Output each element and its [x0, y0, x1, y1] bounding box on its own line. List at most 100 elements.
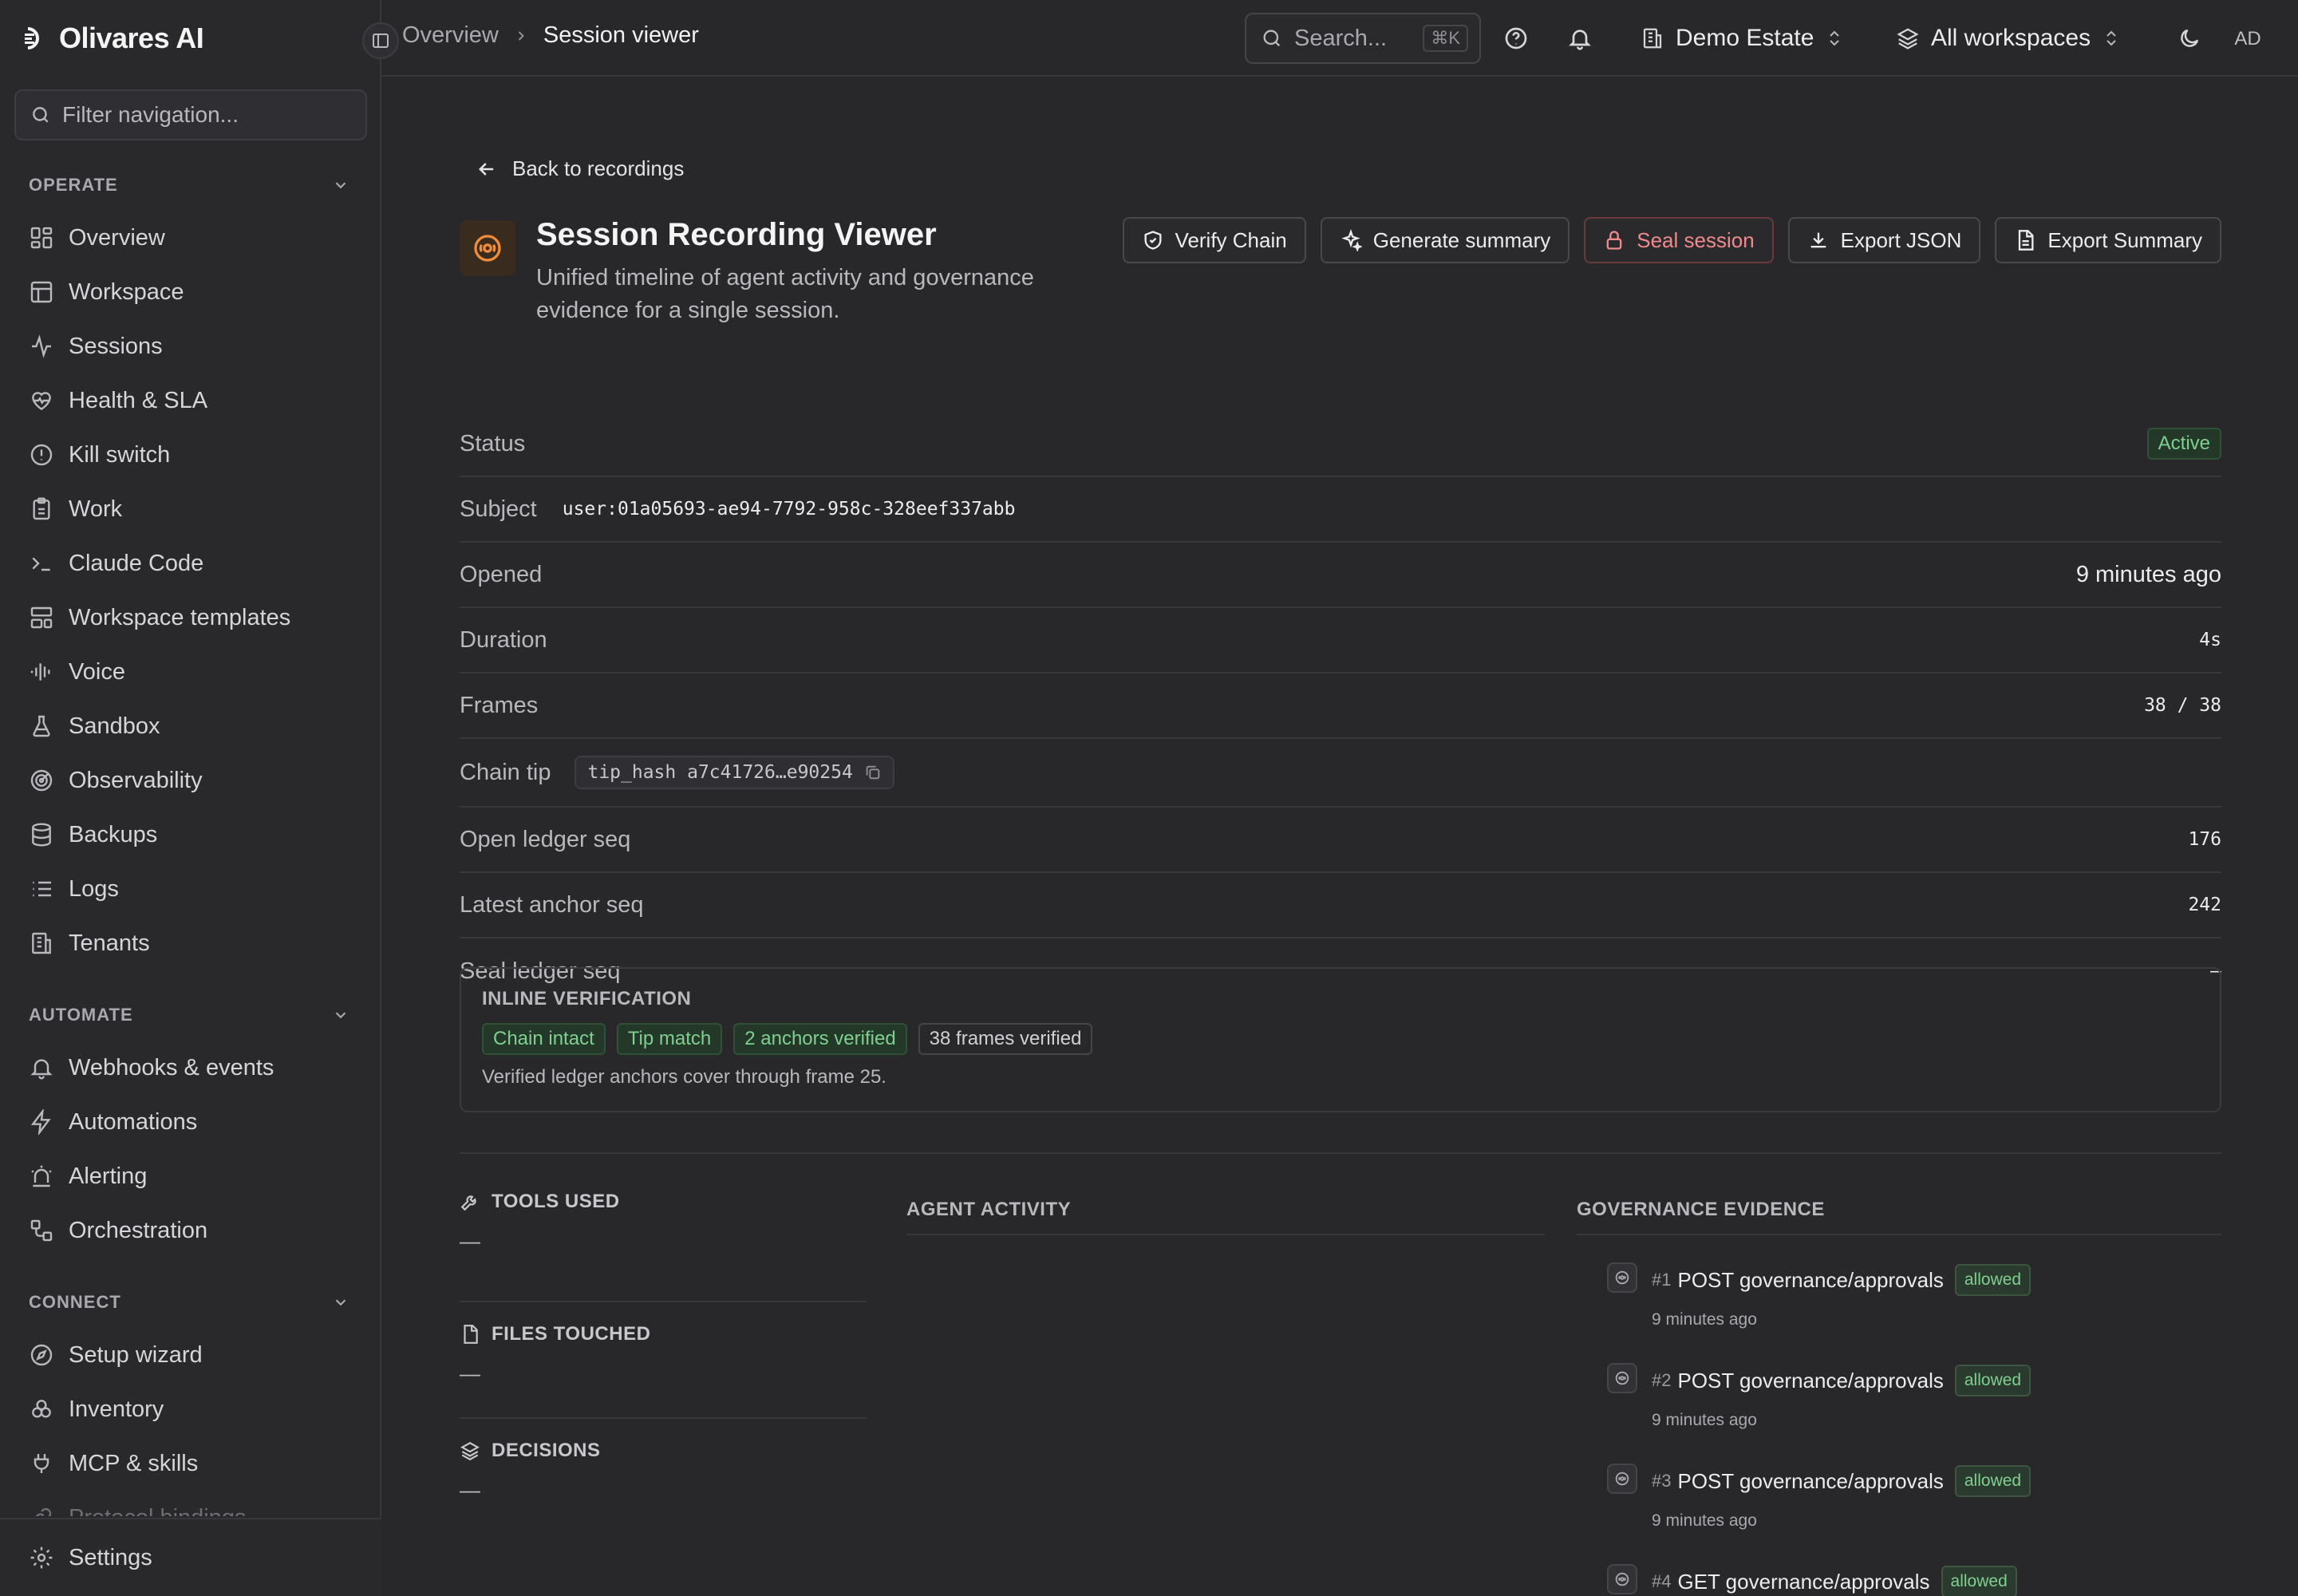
- list-item[interactable]: #4 GET governance/approvals allowed: [1607, 1559, 2229, 1596]
- sidebar-item-backups[interactable]: Backups: [0, 808, 381, 862]
- back-to-recordings-link[interactable]: Back to recordings: [476, 156, 684, 181]
- sidebar-item-label: Voice: [69, 658, 125, 685]
- seal-session-button[interactable]: Seal session: [1584, 217, 1774, 263]
- event-number: #3: [1652, 1471, 1672, 1491]
- property-row-frames: Frames 38 / 38: [460, 674, 2221, 739]
- generate-summary-button[interactable]: Generate summary: [1320, 217, 1570, 263]
- property-label: Latest anchor seq: [460, 891, 644, 918]
- layers-icon: [1896, 26, 1920, 50]
- sidebar-item-sandbox[interactable]: Sandbox: [0, 699, 381, 753]
- page-title: Session Recording Viewer: [536, 217, 937, 252]
- list-item[interactable]: #2 POST governance/approvals allowed 9 m…: [1607, 1358, 2229, 1459]
- sidebar-item-settings[interactable]: Settings: [0, 1518, 381, 1596]
- decisions-value: —: [460, 1478, 480, 1502]
- search-icon: [30, 105, 51, 125]
- status-badge: Chain intact: [482, 1023, 606, 1055]
- sidebar-item-workspace-templates[interactable]: Workspace templates: [0, 591, 381, 645]
- chain-tip-chip[interactable]: tip_hash a7c41726…e90254: [574, 756, 894, 789]
- sidebar-item-observability[interactable]: Observability: [0, 753, 381, 808]
- section-header-automate[interactable]: AUTOMATE: [0, 990, 381, 1041]
- session-summary-column: TOOLS USED — FILES TOUCHED — DECISIONS —: [460, 1186, 867, 1535]
- sidebar-item-work[interactable]: Work: [0, 482, 381, 536]
- session-properties: Status Active Subject user:01a05693-ae94…: [460, 412, 2221, 1004]
- export-summary-button[interactable]: Export Summary: [1995, 217, 2221, 263]
- file-icon: [460, 1324, 480, 1345]
- status-badge: allowed: [1954, 1365, 2031, 1396]
- sidebar-item-alerting[interactable]: Alerting: [0, 1149, 381, 1203]
- list-item[interactable]: #3 POST governance/approvals allowed 9 m…: [1607, 1459, 2229, 1559]
- building-icon: [1641, 26, 1664, 50]
- theme-toggle-button[interactable]: [2174, 22, 2205, 54]
- sidebar-item-sessions[interactable]: Sessions: [0, 319, 381, 373]
- event-label: POST governance/approvals: [1677, 1468, 1944, 1493]
- sidebar-item-orchestration[interactable]: Orchestration: [0, 1203, 381, 1258]
- duration-value: 4s: [2199, 630, 2221, 650]
- sparkles-icon: [1340, 229, 1362, 251]
- alert-circle-icon: [29, 442, 54, 468]
- sidebar-item-label: Work: [69, 496, 123, 522]
- governance-evidence-heading: GOVERNANCE EVIDENCE: [1577, 1199, 1825, 1220]
- sidebar-item-workspace[interactable]: Workspace: [0, 265, 381, 319]
- section-title: OPERATE: [29, 175, 118, 195]
- button-label: Export JSON: [1840, 227, 1962, 252]
- opened-value: 9 minutes ago: [2075, 561, 2221, 587]
- status-badge: allowed: [1941, 1566, 2017, 1596]
- sidebar-item-automations[interactable]: Automations: [0, 1095, 381, 1149]
- clipboard-icon: [29, 496, 54, 522]
- radar-icon: [29, 768, 54, 793]
- sidebar-item-claude-code[interactable]: Claude Code: [0, 536, 381, 591]
- export-json-button[interactable]: Export JSON: [1787, 217, 1981, 263]
- sidebar-item-voice[interactable]: Voice: [0, 645, 381, 699]
- list-item[interactable]: #1 POST governance/approvals allowed 9 m…: [1607, 1258, 2229, 1358]
- verification-note: Verified ledger anchors cover through fr…: [482, 1066, 886, 1088]
- audio-lines-icon: [29, 659, 54, 685]
- siren-icon: [29, 1163, 54, 1189]
- event-label: GET governance/approvals: [1677, 1569, 1930, 1594]
- status-badge: allowed: [1954, 1264, 2031, 1296]
- sidebar-item-webhooks-events[interactable]: Webhooks & events: [0, 1041, 381, 1095]
- sidebar-toggle-button[interactable]: [362, 22, 399, 59]
- panel-left-icon: [371, 31, 390, 50]
- verify-chain-button[interactable]: Verify Chain: [1122, 217, 1306, 263]
- subject-value: user:01a05693-ae94-7792-958c-328eef337ab…: [562, 499, 1016, 519]
- global-search-input[interactable]: Search... ⌘K: [1245, 13, 1481, 64]
- org-switcher[interactable]: Demo Estate: [1641, 18, 1844, 59]
- section-header-connect[interactable]: CONNECT: [0, 1277, 381, 1328]
- status-badge: allowed: [1954, 1465, 2031, 1497]
- filter-navigation-input[interactable]: Filter navigation...: [14, 89, 367, 140]
- sidebar-item-setup-wizard[interactable]: Setup wizard: [0, 1328, 381, 1382]
- avatar[interactable]: AD: [2229, 21, 2266, 57]
- sidebar-item-label: Sessions: [69, 333, 163, 359]
- status-badge: 2 anchors verified: [733, 1023, 907, 1055]
- sidebar-item-inventory[interactable]: Inventory: [0, 1382, 381, 1436]
- property-row-latest-anchor-seq: Latest anchor seq 242: [460, 873, 2221, 938]
- breadcrumb-overview-link[interactable]: Overview: [402, 22, 499, 49]
- lock-icon: [1603, 229, 1625, 251]
- sidebar-item-overview[interactable]: Overview: [0, 211, 381, 265]
- list-icon: [29, 876, 54, 902]
- sidebar-item-health-sla[interactable]: Health & SLA: [0, 373, 381, 428]
- sidebar-item-label: Logs: [69, 875, 119, 902]
- section-header-operate[interactable]: OPERATE: [0, 160, 381, 211]
- governance-evidence-list: #1 POST governance/approvals allowed 9 m…: [1607, 1258, 2229, 1596]
- recording-icon: [460, 220, 515, 276]
- open-ledger-seq-value: 176: [2188, 829, 2221, 850]
- notifications-button[interactable]: [1564, 22, 1596, 54]
- copy-icon[interactable]: [864, 764, 882, 781]
- event-icon: [1607, 1464, 1637, 1494]
- sidebar-item-mcp-skills[interactable]: MCP & skills: [0, 1436, 381, 1491]
- status-badge: Active: [2146, 428, 2221, 460]
- sidebar-item-protocol-bindings[interactable]: Protocol bindings: [0, 1491, 381, 1516]
- tools-used-heading: TOOLS USED: [492, 1191, 620, 1212]
- help-button[interactable]: [1500, 22, 1532, 54]
- sidebar-item-label: Orchestration: [69, 1217, 208, 1243]
- sidebar-item-tenants[interactable]: Tenants: [0, 916, 381, 970]
- sidebar-item-kill-switch[interactable]: Kill switch: [0, 428, 381, 482]
- chevron-down-icon: [332, 1294, 349, 1311]
- brand[interactable]: Olivares AI: [22, 21, 204, 56]
- workspace-switcher[interactable]: All workspaces: [1896, 18, 2121, 59]
- property-label: Chain tip: [460, 759, 551, 785]
- sidebar-item-label: Tenants: [69, 930, 150, 956]
- sidebar-item-logs[interactable]: Logs: [0, 862, 381, 916]
- download-icon: [1807, 229, 1830, 251]
